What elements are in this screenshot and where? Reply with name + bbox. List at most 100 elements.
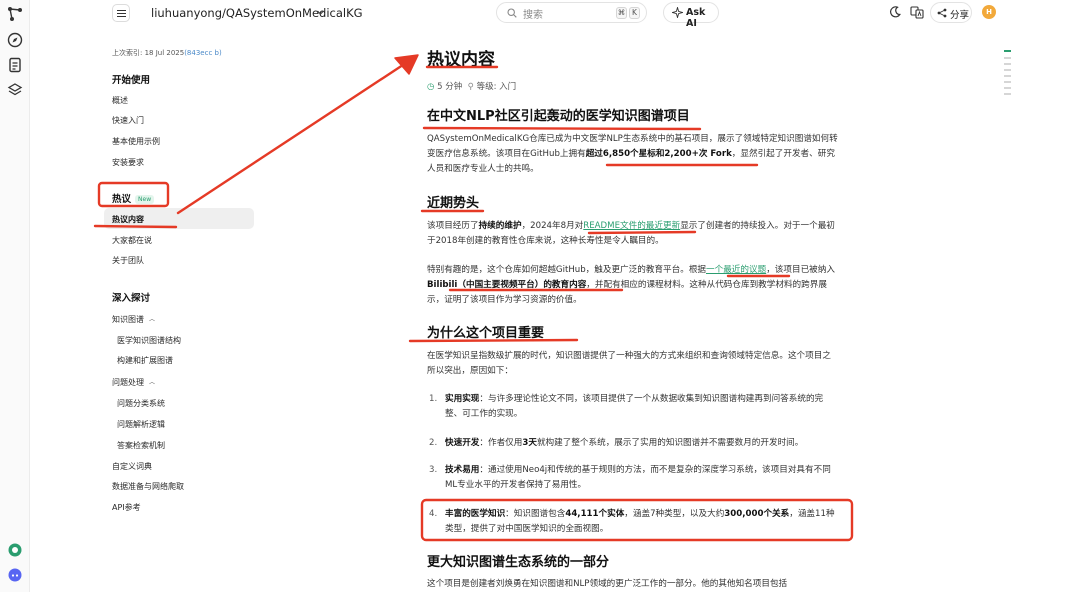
sidebar-item-question-parsing[interactable]: 问题解析逻辑 [117, 419, 165, 430]
toc-marker[interactable] [1004, 57, 1011, 59]
left-icon-rail [0, 0, 30, 592]
bold-text: 300,000个关系 [724, 509, 790, 519]
sidebar-item-quickstart[interactable]: 快速入门 [112, 115, 144, 126]
bold-text: 实用实现 [445, 394, 480, 404]
ask-ai-button[interactable]: Ask AI [663, 2, 719, 29]
text: ，该项目已被纳入 [766, 265, 835, 275]
text: ：与许多理论性论文不同，该项目提供了一个从数据收集到知识图谱构建再到问答系统的完… [445, 394, 824, 419]
list-item: 3. 技术易用：通过使用Neo4j和传统的基于规则的方法，而不是复杂的深度学习系统… [427, 463, 839, 493]
section-heading-3: 为什么这个项目重要 [427, 326, 545, 341]
list-item: 4. 丰富的医学知识：知识图谱包含44,111个实体，涵盖7种类型，以及大约300… [427, 507, 839, 537]
search-placeholder: 搜索 [523, 10, 543, 21]
list-number: 2. [429, 438, 438, 448]
graph-logo-icon[interactable] [7, 6, 23, 22]
bold-text: 丰富的医学知识 [445, 509, 506, 519]
text: ：通过使用Neo4j和传统的基于规则的方法，而不是复杂的深度学习系统，该项目对具… [445, 465, 831, 490]
list-number: 3. [429, 465, 438, 475]
level-icon: ⚲ [467, 82, 474, 92]
sidebar-item-knowledge-graph[interactable]: 知识图谱 ︿ [112, 314, 155, 325]
chevron-up-icon: ︿ [149, 379, 156, 386]
chevron-up-icon: ︿ [149, 316, 156, 323]
paragraph-4: 在医学知识呈指数级扩展的时代，知识图谱提供了一种强大的方式来组织和查询领域特定信… [427, 351, 831, 376]
sidebar-item-question-processing[interactable]: 问题处理 ︿ [112, 377, 155, 388]
translate-icon[interactable] [910, 5, 924, 19]
sidebar-item-data-crawling[interactable]: 数据准备与网络爬取 [112, 481, 184, 492]
bold-text: Bilibili（中国主要视频平台）的教育内容 [427, 280, 587, 290]
toc-marker[interactable] [1004, 87, 1011, 89]
compass-icon[interactable] [7, 32, 23, 48]
discord-icon[interactable] [7, 567, 23, 583]
sidebar-item-custom-dict[interactable]: 自定义词典 [112, 461, 152, 472]
repo-name[interactable]: liuhuanyong/QASystemOnMedicalKG [151, 6, 363, 20]
layers-icon[interactable] [7, 82, 23, 98]
paragraph-1: QASystemOnMedicalKG仓库已成为中文医学NLP生态系统中的基石项… [427, 132, 839, 177]
sidebar-item-overview[interactable]: 概述 [112, 95, 128, 106]
bold-text: 超过6,850个星标和2,200+次 Fork [585, 149, 732, 159]
last-indexed-date: 上次索引: 18 Jul 2025 [112, 49, 185, 57]
sidebar-item-kg-build[interactable]: 构建和扩展图谱 [117, 355, 173, 366]
readme-update-link[interactable]: README文件的最近更新 [583, 221, 680, 231]
share-icon [937, 8, 947, 18]
chat-bubble-icon[interactable] [7, 542, 23, 558]
read-time: 5 分钟 [437, 82, 463, 92]
annotation-underline-s1 [422, 126, 702, 131]
page-title: 热议内容 [427, 50, 495, 70]
list-number: 4. [429, 509, 438, 519]
bold-text: 44,111个实体 [565, 509, 625, 519]
section-heading-1: 在中文NLP社区引起轰动的医学知识图谱项目 [427, 109, 690, 124]
avatar[interactable]: H [982, 5, 996, 19]
article-meta: ◷ 5 分钟 ⚲ 等级: 入门 [427, 80, 516, 92]
text: ，2024年8月对 [521, 221, 584, 231]
text: ，涵盖7种类型，以及大约 [624, 509, 725, 519]
toc-marker[interactable] [1004, 63, 1011, 65]
section-deep-dive: 深入探讨 [112, 293, 151, 304]
toc-marker-active[interactable] [1004, 50, 1011, 52]
sidebar-item-api-reference[interactable]: API参考 [112, 502, 141, 513]
section-heading-4: 更大知识图谱生态系统的一部分 [427, 555, 610, 570]
annotation-arrow [176, 55, 417, 215]
toc-marker[interactable] [1004, 69, 1011, 71]
kg-label: 知识图谱 [112, 315, 144, 324]
list-number: 1. [429, 394, 438, 404]
text: 就构建了整个系统，展示了实用的知识图谱并不需要数月的开发时间。 [536, 438, 804, 448]
menu-toggle-button[interactable] [112, 4, 130, 22]
bold-text: 3天 [522, 438, 537, 448]
list-item: 2. 快速开发：作者仅用3天就构建了整个系统，展示了实用的知识图谱并不需要数月的开… [427, 436, 839, 451]
last-indexed: 上次索引: 18 Jul 2025(843ecc b) [112, 48, 222, 58]
paragraph-2: 该项目经历了持续的维护，2024年8月对README文件的最近更新显示了创建者的… [427, 219, 839, 249]
ask-ai-label: Ask AI [686, 7, 706, 29]
section-heading-2: 近期势头 [427, 196, 480, 211]
theme-toggle-icon[interactable] [888, 5, 902, 19]
sidebar-item-basic-usage[interactable]: 基本使用示例 [112, 136, 160, 147]
document-icon[interactable] [7, 57, 23, 73]
level: 等级: 入门 [476, 82, 517, 92]
sparkle-icon [672, 7, 683, 18]
share-button[interactable]: 分享 [930, 2, 972, 23]
text: 特别有趣的是，这个仓库如何超越GitHub，触及更广泛的教育平台。根据 [427, 265, 707, 275]
toc-marker[interactable] [1004, 75, 1011, 77]
text: 该项目经历了 [427, 221, 479, 231]
sidebar-item-kg-structure[interactable]: 医学知识图谱结构 [117, 335, 181, 346]
toc-marker[interactable] [1004, 93, 1011, 95]
search-box[interactable]: 搜索 ⌘ K [496, 2, 647, 23]
annotation-arrowhead [394, 54, 419, 75]
kbd-k: K [629, 7, 640, 19]
sidebar-item-about-team[interactable]: 关于团队 [112, 255, 144, 266]
paragraph-5: 这个项目是创建者刘焕勇在知识图谱和NLP领域的更广泛工作的一部分。他的其他知名项… [427, 579, 788, 589]
section-hot-label: 热议 [112, 194, 132, 205]
sidebar-item-what-people-say[interactable]: 大家都在说 [112, 235, 152, 246]
sidebar-item-question-classification[interactable]: 问题分类系统 [117, 398, 165, 409]
last-indexed-commit[interactable]: (843ecc b) [184, 49, 222, 57]
hamburger-icon [117, 9, 126, 18]
sidebar-item-requirements[interactable]: 安装要求 [112, 157, 144, 168]
sidebar-item-answer-retrieval[interactable]: 答案检索机制 [117, 440, 165, 451]
toc-marker[interactable] [1004, 81, 1011, 83]
kbd-cmd: ⌘ [616, 7, 627, 19]
paragraph-3: 特别有趣的是，这个仓库如何超越GitHub，触及更广泛的教育平台。根据一个最近的… [427, 263, 839, 308]
sidebar-item-hot-content[interactable]: 热议内容 [112, 214, 144, 225]
qp-label: 问题处理 [112, 378, 144, 387]
new-badge: New [135, 195, 155, 204]
share-label: 分享 [950, 10, 970, 21]
chevron-down-icon[interactable] [316, 8, 325, 17]
recent-issue-link[interactable]: 一个最近的议题 [706, 265, 766, 275]
